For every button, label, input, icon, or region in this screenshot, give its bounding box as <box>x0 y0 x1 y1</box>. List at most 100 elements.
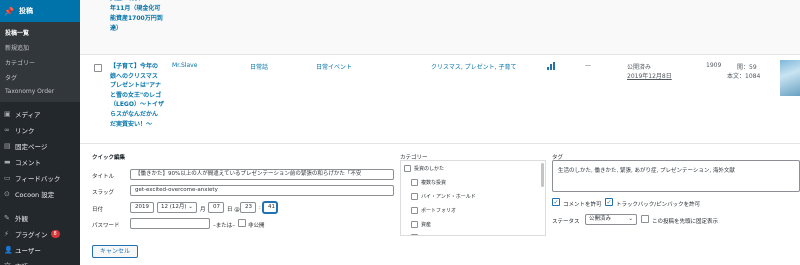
submenu-taxonomy-order[interactable]: Taxonomy Order <box>0 85 80 98</box>
stats-bar <box>547 66 549 70</box>
sidebar-item-cocoon[interactable]: ⊙ Cocoon 設定 <box>0 186 80 202</box>
submenu-add-new[interactable]: 新規追加 <box>0 40 80 55</box>
post-tag[interactable]: 日常イベント <box>316 62 352 71</box>
table-row: 【子育て】今年の 娘へのクリスマス プレゼントは"アナ と雪の女王"のレゴ （L… <box>80 56 800 144</box>
allow-pings-label: トラックバック/ピンバックを許可 <box>616 202 701 208</box>
stats-bars-icon[interactable] <box>547 62 555 70</box>
password-input[interactable] <box>130 218 210 229</box>
time-colon: : <box>259 205 261 211</box>
category-label: バイ・アンド・ホールド <box>421 194 476 200</box>
sidebar-item-comments[interactable]: ▬ コメント <box>0 154 80 170</box>
posts-list-main: 資金が現状 2019 年11月（現金化可 能資産1700万円到 達） 【子育て】… <box>80 0 800 265</box>
sidebar-item-appearance[interactable]: ✎ 外観 <box>0 210 80 226</box>
row-select-checkbox[interactable] <box>94 64 102 72</box>
category-item[interactable]: 投資のしかた <box>404 165 444 172</box>
link-icon: ∞ <box>4 126 10 134</box>
status-select-value: 公開済み <box>589 216 612 222</box>
stats-bar <box>553 62 555 70</box>
quick-edit-panel: クイック編集 タイトル 【働きかた】90%以上の人が間違えているプレゼンテーショ… <box>80 145 800 265</box>
allow-pings-checkbox[interactable]: ✓ <box>605 198 613 206</box>
category-checkbox[interactable] <box>411 207 418 214</box>
minute-input[interactable]: 41 <box>263 202 277 213</box>
slug-input[interactable]: get-excited-overcome-anxiety <box>130 185 394 196</box>
category-label: 資産 <box>421 222 432 228</box>
page-icon: ▤ <box>4 142 11 150</box>
sidebar-item-users[interactable]: 👤 ユーザー <box>0 242 80 258</box>
allow-comments-label: コメントを許可 <box>563 202 602 208</box>
category-label: 複数な投資 <box>421 180 447 186</box>
category-item[interactable]: バイ・アンド・ホールド <box>411 193 476 200</box>
slug-label: スラッグ <box>92 190 115 196</box>
chevron-down-icon: ⌄ <box>628 216 633 222</box>
category-checkbox[interactable] <box>411 234 418 235</box>
title-label: タイトル <box>92 174 115 180</box>
cancel-button[interactable]: キャンセル <box>92 245 139 258</box>
day-separator: 日 @ <box>227 207 240 213</box>
post-title-link[interactable]: 【子育て】今年の 娘へのクリスマス プレゼントは"アナ と雪の女王"のレゴ （L… <box>110 62 210 129</box>
sidebar-item-label: 言語 <box>15 261 28 265</box>
title-input[interactable]: 【働きかた】90%以上の人が間違えているプレゼンテーション前の緊張の和らげかた「… <box>130 169 394 180</box>
wp-admin-screen: 📌 投稿 投稿一覧 新規追加 カテゴリー タグ Taxonomy Order ▣… <box>0 0 800 265</box>
category-label: 投資のしかた <box>414 166 445 172</box>
submenu-categories[interactable]: カテゴリー <box>0 55 80 70</box>
post-category[interactable]: 日常話 <box>250 62 268 71</box>
admin-sidebar: 📌 投稿 投稿一覧 新規追加 カテゴリー タグ Taxonomy Order ▣… <box>0 0 80 265</box>
post-id: 1909 <box>706 62 722 69</box>
cocoon-icon: ⊙ <box>4 190 10 198</box>
appearance-icon: ✎ <box>4 214 10 222</box>
password-label: パスワード <box>92 223 120 229</box>
category-item[interactable]: 資産 <box>411 221 431 228</box>
sidebar-item-label: リンク <box>15 127 35 135</box>
post-author[interactable]: Mr.Slave <box>172 62 197 69</box>
sidebar-item-media[interactable]: ▣ メディア <box>0 106 80 122</box>
sidebar-item-links[interactable]: ∞ リンク <box>0 122 80 138</box>
post-word-count: 本文：1084 <box>727 73 761 80</box>
status-label: ステータス <box>552 219 580 225</box>
category-item[interactable]: 複数な投資 <box>411 179 446 186</box>
sidebar-item-label: 固定ページ <box>15 143 48 151</box>
sidebar-item-posts[interactable]: 📌 投稿 <box>0 0 80 22</box>
month-select[interactable]: 12 (12月) ⌄ <box>157 202 197 213</box>
day-input[interactable]: 07 <box>208 202 224 213</box>
private-checkbox[interactable] <box>238 219 246 227</box>
post-tags[interactable]: クリスマス, プレゼント, 子育て <box>431 62 516 71</box>
sidebar-item-pages[interactable]: ▤ 固定ページ <box>0 138 80 154</box>
category-checkbox[interactable] <box>411 221 418 228</box>
category-checkbox[interactable] <box>404 165 411 172</box>
language-icon: 文 <box>4 261 15 265</box>
category-checklist[interactable]: 投資のしかた 複数な投資 バイ・アンド・ホールド ポートフォリオ 資産 <box>400 160 546 236</box>
sidebar-item-label: コメント <box>15 159 41 167</box>
category-checkbox[interactable] <box>411 193 418 200</box>
sidebar-item-language[interactable]: 文言語 <box>0 258 80 265</box>
user-icon: 👤 <box>4 246 13 254</box>
category-checkbox[interactable] <box>411 179 418 186</box>
sidebar-item-label: フィードバック <box>15 175 61 183</box>
category-label: ポートフォリオ <box>421 208 457 214</box>
sidebar-item-feedback[interactable]: ▭ フィードバック <box>0 170 80 186</box>
sticky-checkbox[interactable] <box>641 215 649 223</box>
submenu-tags[interactable]: タグ <box>0 70 80 85</box>
media-icon: ▣ <box>4 110 11 118</box>
sticky-label: この投稿を先頭に固定表示 <box>652 219 719 225</box>
allow-comments-checkbox[interactable]: ✓ <box>552 198 560 206</box>
year-input[interactable]: 2019 <box>130 202 154 213</box>
sidebar-item-label: Cocoon 設定 <box>15 191 55 199</box>
tags-textarea[interactable]: 生活のしかた, 働きかた, 緊張, あがり症, プレゼンテーション, 海外文献 <box>552 160 800 192</box>
category-item[interactable] <box>411 234 421 235</box>
update-count-badge: 8 <box>50 230 60 238</box>
sidebar-item-label: プラグイン <box>15 231 48 239</box>
stats-bar <box>550 64 552 70</box>
category-item[interactable]: ポートフォリオ <box>411 207 456 214</box>
post-title-link[interactable]: 資金が現状 2019 年11月（現金化可 能資産1700万円到 達） <box>110 0 208 34</box>
hour-input[interactable]: 23 <box>240 202 256 213</box>
sidebar-item-label: メディア <box>15 111 41 119</box>
post-views: 閲：59 <box>737 64 757 71</box>
status-select[interactable]: 公開済み ⌄ <box>585 214 637 225</box>
category-scrollbar[interactable] <box>541 163 544 187</box>
submenu-all-posts[interactable]: 投稿一覧 <box>0 25 80 40</box>
post-status: 公開済み <box>627 64 652 71</box>
sidebar-item-plugins[interactable]: ⚡ プラグイン 8 <box>0 226 80 242</box>
comment-icon: ▬ <box>4 158 11 166</box>
month-select-value: 12 (12月) <box>161 204 187 210</box>
quick-edit-heading: クイック編集 <box>92 155 126 161</box>
